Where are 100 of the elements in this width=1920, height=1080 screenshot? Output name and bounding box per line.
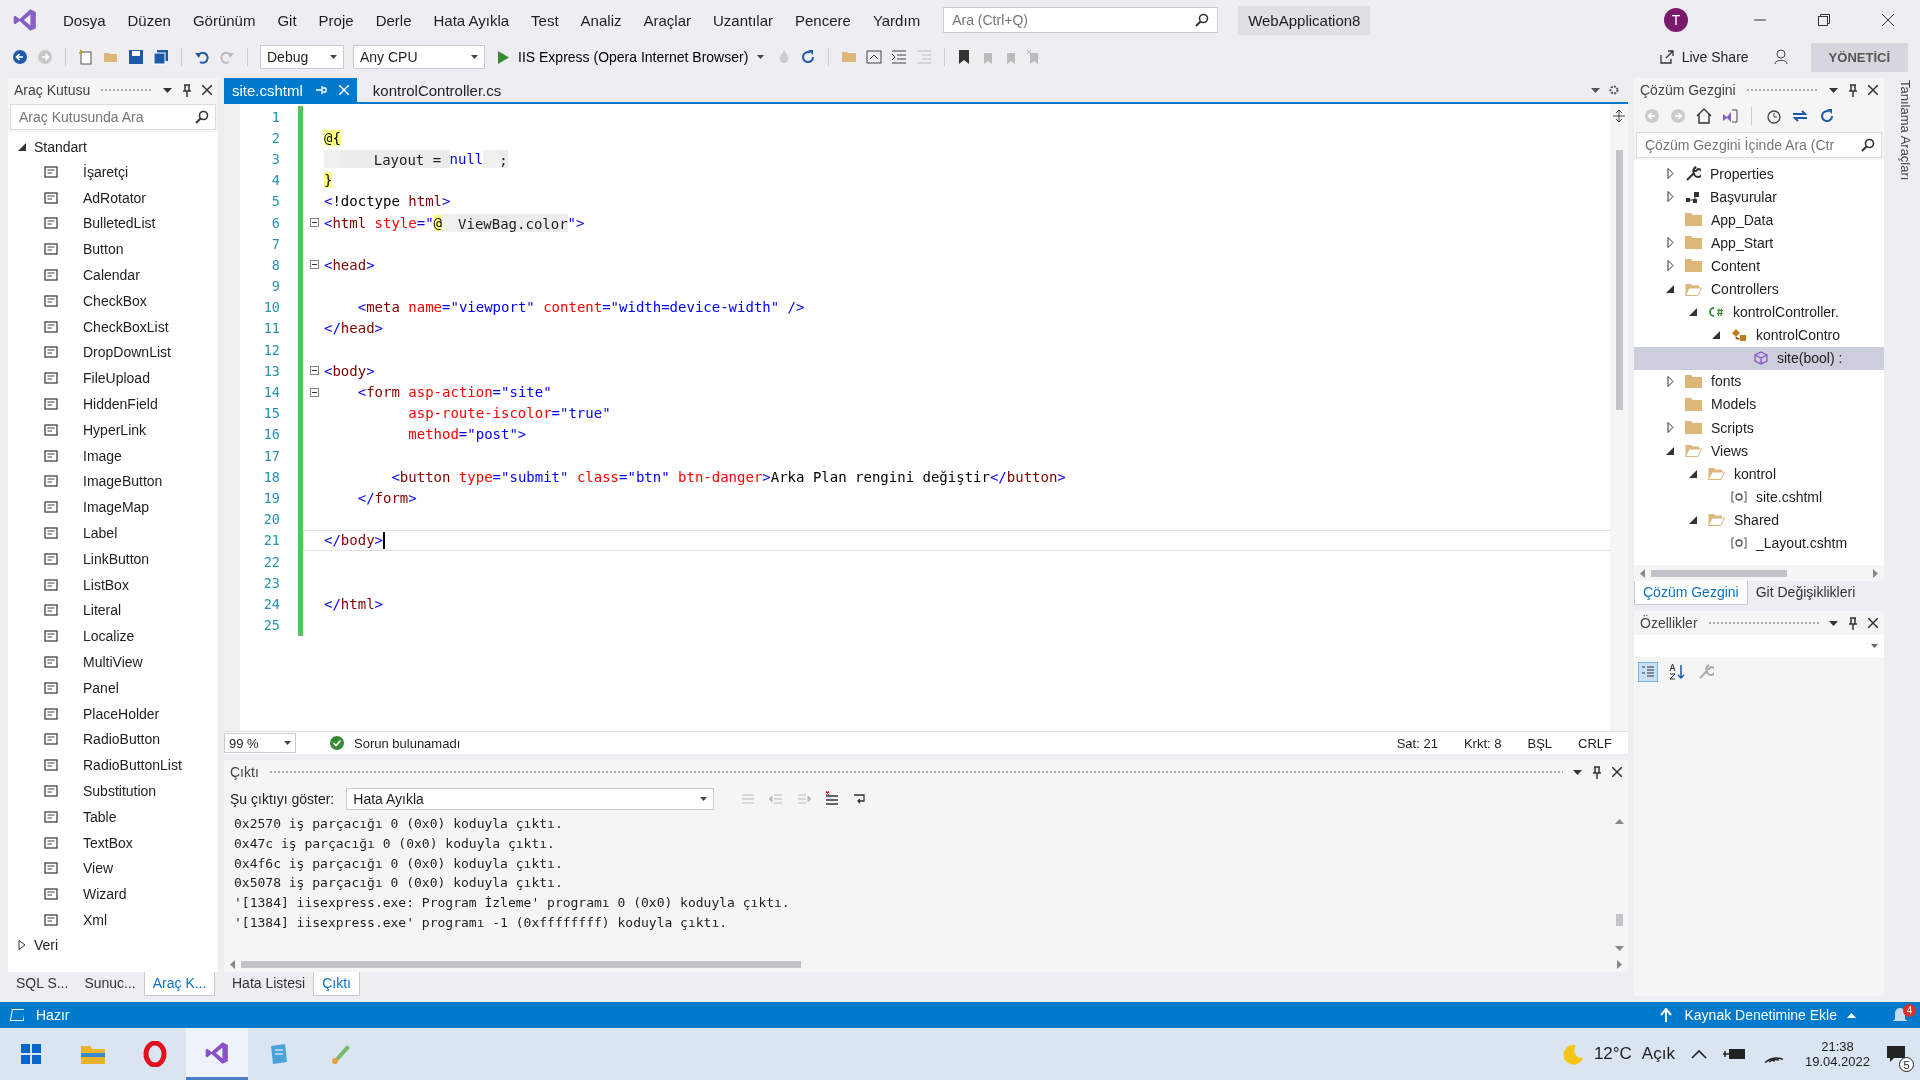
live-share-button[interactable]: Live Share: [1658, 49, 1749, 65]
bell-icon[interactable]: [1892, 1006, 1908, 1024]
user-avatar[interactable]: T: [1664, 8, 1688, 32]
close-icon[interactable]: [1868, 85, 1878, 95]
close-icon[interactable]: [1882, 14, 1894, 26]
chevron-up-icon[interactable]: [1690, 1049, 1707, 1059]
menu-item[interactable]: Düzen: [116, 11, 182, 29]
weather-condition[interactable]: Açık: [1641, 1044, 1675, 1064]
tree-item[interactable]: App_Start: [1634, 231, 1884, 255]
tree-item[interactable]: site(bool) :: [1634, 346, 1884, 370]
taskbar-app[interactable]: [186, 1028, 248, 1080]
panel-tab[interactable]: SQL S...: [8, 972, 77, 996]
clock-icon[interactable]: [1765, 108, 1781, 124]
toolbox-item[interactable]: Localize: [8, 623, 218, 650]
scroll-right-icon[interactable]: [1873, 568, 1878, 578]
toolbox-item[interactable]: Label: [8, 520, 218, 546]
scroll-up-icon[interactable]: [1614, 819, 1624, 824]
dropdown-icon[interactable]: [163, 87, 172, 93]
battery-icon[interactable]: [1722, 1047, 1747, 1061]
menu-item[interactable]: Uzantılar: [702, 11, 784, 29]
notification-icon[interactable]: [1886, 1044, 1906, 1064]
toolbox-item[interactable]: ListBox: [8, 571, 218, 598]
search-input[interactable]: Ara (Ctrl+Q): [950, 11, 1196, 29]
side-tab[interactable]: Tanılama Araçları: [1897, 80, 1913, 996]
toolbox-search-field[interactable]: Araç Kutusunda Ara: [10, 104, 216, 130]
editor-tab[interactable]: kontrolController.cs: [364, 78, 510, 102]
search-field[interactable]: Ara (Ctrl+Q): [943, 7, 1219, 33]
scroll-left-icon[interactable]: [1640, 568, 1645, 578]
toolbox-item[interactable]: Button: [8, 236, 218, 263]
close-icon[interactable]: [202, 85, 212, 95]
restore-icon[interactable]: [1818, 14, 1830, 26]
tree-item[interactable]: App_Data: [1634, 208, 1884, 232]
tree-item[interactable]: Content: [1634, 254, 1884, 278]
toolbox-item[interactable]: View: [8, 855, 218, 882]
scroll-right-icon[interactable]: [1617, 959, 1622, 969]
collapse-icon[interactable]: [309, 387, 319, 397]
menu-item[interactable]: Git: [266, 11, 308, 29]
menu-item[interactable]: Pencere: [784, 11, 862, 29]
menu-item[interactable]: Araçlar: [632, 11, 702, 29]
split-icon[interactable]: [1613, 110, 1625, 122]
solution-search-field[interactable]: Çözüm Gezgini İçinde Ara (Ctr: [1636, 132, 1882, 158]
toolbox-item[interactable]: Wizard: [8, 881, 218, 908]
dropdown-icon[interactable]: [1591, 87, 1600, 93]
bookmark-icon[interactable]: [957, 49, 972, 65]
panel-tab[interactable]: Sunuc...: [76, 972, 144, 996]
save-icon[interactable]: [128, 49, 144, 65]
dropdown-icon[interactable]: [1829, 620, 1838, 626]
toolbox-group[interactable]: Veri: [8, 932, 218, 958]
menu-item[interactable]: Test: [520, 11, 570, 29]
clear-all-icon[interactable]: [824, 791, 841, 807]
toolbox-item[interactable]: LinkButton: [8, 545, 218, 572]
toolbox-item[interactable]: Literal: [8, 597, 218, 624]
toolbox-item[interactable]: Xml: [8, 907, 218, 933]
source-control-button[interactable]: Kaynak Denetimine Ekle: [1684, 1007, 1856, 1023]
back-icon[interactable]: [12, 49, 28, 65]
refresh-icon[interactable]: [800, 49, 817, 65]
menu-item[interactable]: Yardım: [861, 11, 932, 29]
toolbox-item[interactable]: ImageMap: [8, 494, 218, 521]
toolbox-item[interactable]: AdRotator: [8, 184, 218, 211]
menu-item[interactable]: Analiz: [569, 11, 633, 29]
tree-item[interactable]: Views: [1634, 439, 1884, 463]
indent-icon[interactable]: [891, 49, 908, 65]
panel-tab[interactable]: Çözüm Gezgini: [1634, 581, 1748, 605]
toolbox-item[interactable]: CheckBox: [8, 288, 218, 314]
issues-status[interactable]: Sorun bulunamadı: [354, 735, 461, 751]
collapse-icon[interactable]: [309, 366, 319, 376]
toolbox-item[interactable]: Table: [8, 803, 218, 830]
solution-search-input[interactable]: Çözüm Gezgini İçinde Ara (Ctr: [1643, 136, 1861, 154]
zoom-dropdown[interactable]: 99 %: [224, 733, 296, 753]
pin-icon[interactable]: [1848, 83, 1858, 97]
toolbox-item[interactable]: Substitution: [8, 778, 218, 804]
tree-item[interactable]: Scripts: [1634, 416, 1884, 440]
toolbox-item[interactable]: HyperLink: [8, 416, 218, 443]
toolbox-item[interactable]: Calendar: [8, 262, 218, 288]
menu-item[interactable]: Görünüm: [181, 11, 267, 29]
pin-icon[interactable]: [182, 83, 192, 97]
toolbox-group[interactable]: Standart: [8, 134, 218, 159]
role-badge[interactable]: YÖNETİCİ: [1810, 42, 1908, 72]
toolbox-item[interactable]: TextBox: [8, 829, 218, 856]
settings-icon[interactable]: [1608, 84, 1620, 96]
pin-icon[interactable]: [1592, 765, 1602, 779]
menu-item[interactable]: Proje: [307, 11, 365, 29]
toolbox-item[interactable]: MultiView: [8, 649, 218, 675]
panel-tab[interactable]: Araç K...: [143, 972, 216, 996]
toolbox-item[interactable]: RadioButtonList: [8, 752, 218, 779]
dropdown-icon[interactable]: [1573, 769, 1582, 775]
toolbox-item[interactable]: FileUpload: [8, 365, 218, 392]
tree-item[interactable]: Controllers: [1634, 277, 1884, 301]
close-icon[interactable]: [1612, 767, 1622, 777]
sort-alphabetical-icon[interactable]: [1668, 662, 1688, 682]
menu-item[interactable]: Derle: [364, 11, 423, 29]
toolbox-item[interactable]: ImageButton: [8, 468, 218, 495]
tree-item[interactable]: Başvurular: [1634, 185, 1884, 209]
toolbox-item[interactable]: İşaretçi: [8, 159, 218, 185]
tree-item[interactable]: kontrolContro: [1634, 323, 1884, 347]
panel-tab[interactable]: Çıktı: [313, 972, 360, 996]
platform-dropdown[interactable]: Any CPU: [353, 45, 485, 69]
scroll-left-icon[interactable]: [230, 959, 235, 969]
tree-item[interactable]: kontrolController.: [1634, 300, 1884, 324]
toolbox-item[interactable]: CheckBoxList: [8, 313, 218, 340]
